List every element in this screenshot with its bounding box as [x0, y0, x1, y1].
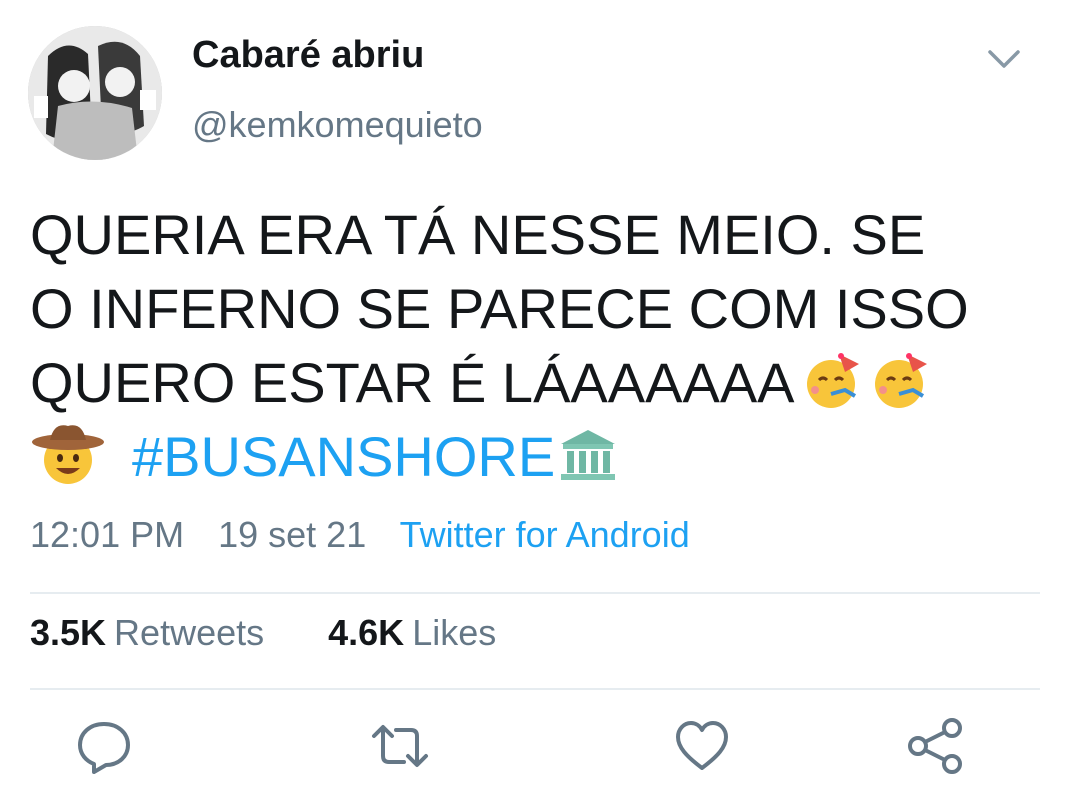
tweet-line: QUERO ESTAR É LÁAAAAAA [30, 346, 1050, 420]
divider [30, 592, 1040, 594]
display-name[interactable]: Cabaré abriu [192, 34, 424, 77]
reply-icon[interactable] [74, 716, 134, 776]
tweet-line-text: QUERO ESTAR É LÁAAAAAA [30, 351, 795, 414]
tweet-line: O INFERNO SE PARECE COM ISSO [30, 277, 969, 340]
likes-count: 4.6K [328, 612, 405, 653]
retweet-icon[interactable] [370, 716, 430, 776]
divider [30, 688, 1040, 690]
retweets-count: 3.5K [30, 612, 107, 653]
retweets-label: Retweets [114, 612, 265, 653]
retweets-stat[interactable]: 3.5K Retweets [30, 612, 264, 654]
likes-label: Likes [412, 612, 497, 653]
tweet-time: 12:01 PM [30, 514, 185, 555]
tweet-stats: 3.5K Retweets 4.6K Likes [30, 612, 496, 654]
partying-face-emoji [801, 350, 863, 412]
user-handle[interactable]: @kemkomequieto [192, 104, 483, 146]
tweet-source-link[interactable]: Twitter for Android [400, 514, 690, 555]
cowboy-face-emoji [30, 420, 106, 486]
classical-building-emoji [557, 424, 619, 486]
chevron-down-icon[interactable] [984, 44, 1024, 74]
tweet-date: 19 set 21 [218, 514, 367, 555]
likes-stat[interactable]: 4.6K Likes [328, 612, 496, 654]
tweet-meta: 12:01 PM 19 set 21 Twitter for Android [30, 514, 714, 556]
tweet-text: QUERIA ERA TÁ NESSE MEIO. SE O INFERNO S… [30, 198, 1050, 494]
heart-icon[interactable] [672, 716, 732, 776]
partying-face-emoji [869, 350, 931, 412]
tweet-line: #BUSANSHORE [30, 420, 1050, 494]
share-icon[interactable] [906, 716, 966, 776]
hashtag-link[interactable]: #BUSANSHORE [132, 425, 555, 488]
tweet-line: QUERIA ERA TÁ NESSE MEIO. SE [30, 203, 926, 266]
avatar[interactable] [28, 26, 162, 160]
